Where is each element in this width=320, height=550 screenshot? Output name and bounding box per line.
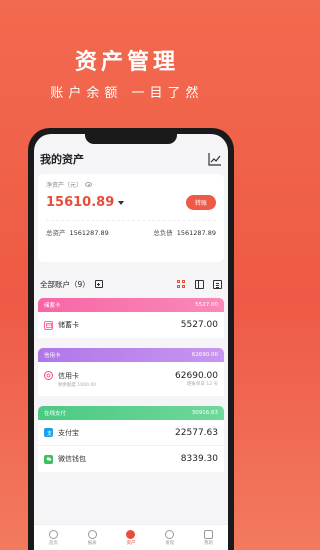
nav-me[interactable]: 我的	[204, 529, 214, 546]
nav-label: 首页	[48, 540, 58, 546]
account-amount: 22577.63	[175, 427, 218, 438]
wechat-icon	[44, 454, 53, 464]
total-liabilities-label: 总负债	[153, 229, 173, 237]
credit-card-icon	[44, 371, 53, 380]
account-row-alipay[interactable]: 支 支付宝 22577.63	[38, 420, 224, 446]
top-bar: 我的资产	[34, 148, 228, 170]
group-header-online[interactable]: 在线支付 30916.63	[38, 406, 224, 420]
total-liabilities: 总负债 1561287.89	[153, 227, 216, 237]
group-name: 储蓄卡	[44, 303, 61, 309]
net-assets-value-wrap[interactable]: 15610.89	[46, 195, 125, 210]
list-view-icon[interactable]	[213, 279, 222, 289]
group-header-savings[interactable]: 储蓄卡 5527.00	[38, 298, 224, 312]
grid-view-icon[interactable]	[177, 279, 186, 289]
accounts-header: 全部账户（9）	[40, 278, 222, 290]
card-icon	[44, 320, 53, 330]
account-name: 支付宝	[58, 428, 79, 437]
total-assets: 总资产 1561287.89	[46, 227, 109, 237]
net-assets-value: 15610.89	[46, 195, 115, 210]
bottom-nav: 首页 报表 资产 发现 我的	[34, 524, 228, 550]
group-total: 30916.63	[191, 410, 218, 416]
hero-title: 资产管理	[74, 50, 179, 75]
wallet-icon	[126, 529, 136, 539]
hero-subtitle: 账户余额 一目了然	[50, 86, 204, 101]
nav-label: 我的	[204, 540, 214, 546]
account-name-wrap: 储蓄卡	[44, 320, 79, 330]
total-liabilities-value: 1561287.89	[176, 229, 216, 237]
total-assets-value: 1561287.89	[69, 229, 109, 237]
group-name: 信用卡	[44, 353, 61, 359]
account-amount-wrap: 62690.00 距账单日 12 天	[175, 371, 218, 387]
account-row-credit[interactable]: 信用卡 剩余额度 1000.00 62690.00 距账单日 12 天	[38, 362, 224, 396]
account-amount: 62690.00	[175, 371, 218, 381]
account-row-savings[interactable]: 储蓄卡 5527.00	[38, 312, 224, 338]
group-total: 62690.00	[191, 352, 218, 358]
nav-assets[interactable]: 资产	[126, 529, 136, 546]
net-assets-row: 15610.89 转账	[46, 195, 216, 210]
page-title: 我的资产	[40, 153, 84, 166]
accounts-count-label: 全部账户（9）	[40, 279, 90, 289]
account-name-wrap: 支 支付宝	[44, 428, 79, 438]
group-total: 5527.00	[195, 302, 218, 308]
account-name-wrap: 信用卡 剩余额度 1000.00	[44, 371, 96, 388]
account-subline-right: 距账单日 12 天	[186, 382, 218, 387]
total-assets-label: 总资产	[46, 229, 66, 237]
pie-chart-icon	[87, 529, 97, 539]
eye-icon[interactable]	[85, 182, 93, 187]
accounts-header-left: 全部账户（9）	[40, 279, 103, 290]
account-amount: 8339.30	[180, 454, 218, 464]
app-screen: 我的资产 净资产（元） 15610.89 转账 总资产 1561287.89 总…	[34, 134, 228, 550]
account-name-line: 信用卡	[44, 371, 79, 381]
account-subline: 剩余额度 1000.00	[58, 382, 97, 388]
phone-notch	[85, 134, 177, 144]
net-assets-label: 净资产（元）	[46, 182, 83, 189]
book-view-icon[interactable]	[195, 279, 204, 289]
alipay-icon: 支	[44, 428, 53, 437]
nav-label: 报表	[87, 540, 97, 546]
account-name-wrap: 微信钱包	[44, 454, 86, 464]
group-name: 在线支付	[44, 411, 67, 417]
account-name: 信用卡	[58, 371, 79, 380]
phone-frame: 我的资产 净资产（元） 15610.89 转账 总资产 1561287.89 总…	[28, 128, 234, 550]
totals-row: 总资产 1561287.89 总负债 1561287.89	[46, 227, 216, 237]
nav-reports[interactable]: 报表	[87, 529, 97, 546]
nav-home[interactable]: 首页	[48, 529, 58, 546]
view-switcher	[177, 279, 222, 289]
nav-discover[interactable]: 发现	[165, 529, 175, 546]
nav-label: 资产	[126, 540, 136, 546]
account-name: 储蓄卡	[58, 321, 79, 329]
compass-icon	[165, 529, 175, 539]
caret-down-icon	[118, 200, 125, 205]
add-account-icon[interactable]	[94, 280, 103, 288]
group-header-credit[interactable]: 信用卡 62690.00	[38, 348, 224, 362]
divider	[46, 220, 216, 221]
account-row-wechat[interactable]: 微信钱包 8339.30	[38, 446, 224, 472]
account-name: 微信钱包	[58, 455, 86, 463]
net-assets-label-row: 净资产（元）	[46, 180, 216, 189]
svg-text:支: 支	[47, 430, 52, 436]
trend-chart-icon[interactable]	[208, 152, 222, 166]
net-assets-card: 净资产（元） 15610.89 转账 总资产 1561287.89 总负债 1561…	[38, 174, 224, 262]
transfer-button[interactable]: 转账	[185, 195, 216, 210]
user-icon	[204, 529, 214, 539]
nav-label: 发现	[165, 540, 175, 546]
home-icon	[48, 529, 58, 539]
account-amount: 5527.00	[180, 320, 218, 330]
